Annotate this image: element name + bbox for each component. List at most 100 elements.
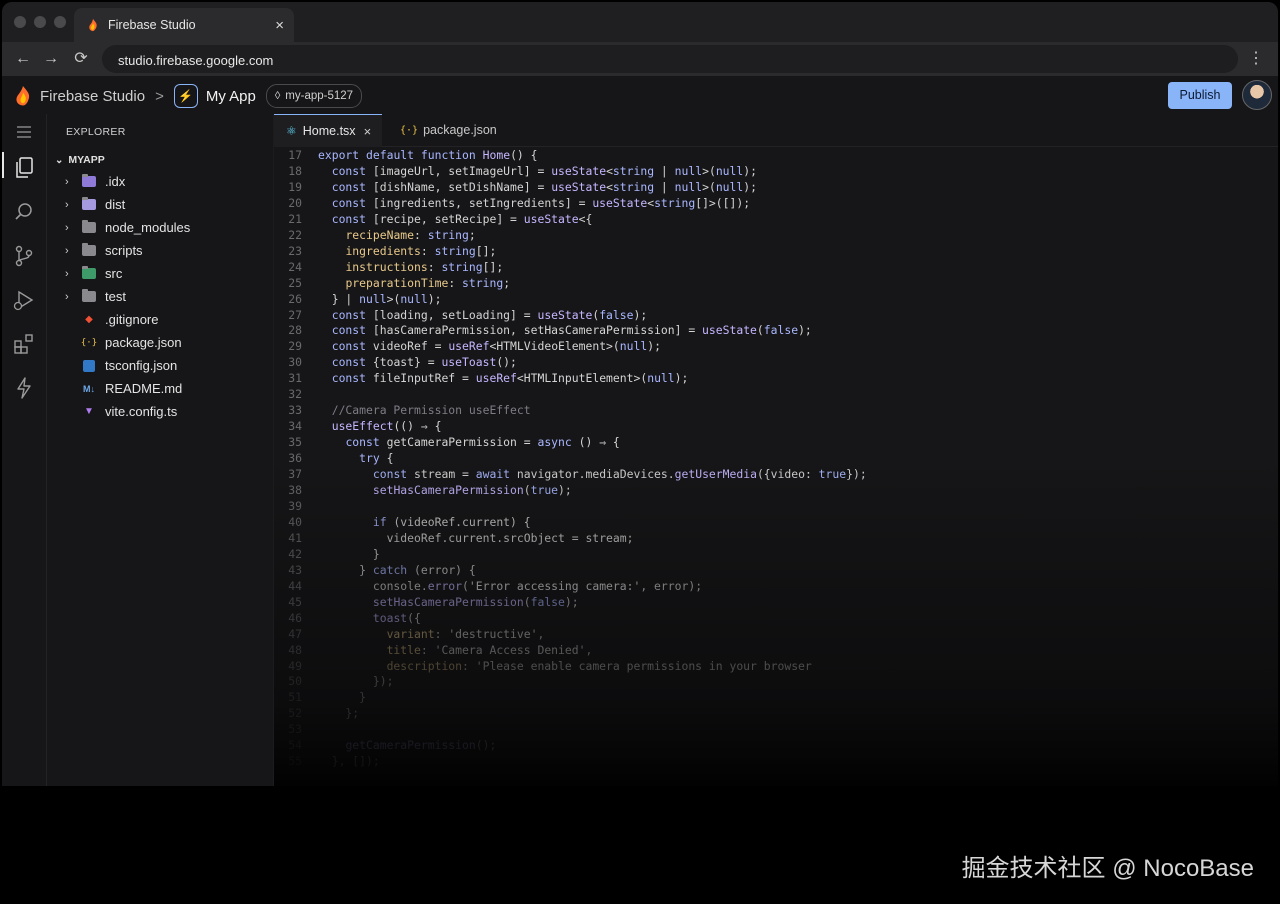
code-line: 26 } | null>(null); bbox=[274, 292, 1278, 308]
line-code: const videoRef = useRef<HTMLVideoElement… bbox=[331, 339, 661, 354]
minimize-window-button[interactable] bbox=[34, 16, 46, 28]
forward-icon[interactable]: → bbox=[40, 48, 62, 70]
code-line: 29 const videoRef = useRef<HTMLVideoElem… bbox=[274, 339, 1278, 355]
workspace-badge[interactable]: ◊ my-app-5127 bbox=[265, 84, 363, 108]
line-number: 29 bbox=[288, 339, 302, 354]
chevron-right-icon: > bbox=[155, 87, 164, 105]
address-bar[interactable] bbox=[102, 45, 1238, 75]
explorer-root-folder[interactable]: ⌄ MYAPP bbox=[55, 154, 105, 166]
code-line: 17 export default function Home() { bbox=[274, 148, 1278, 164]
url-input[interactable] bbox=[116, 45, 1020, 75]
workspace-id: my-app-5127 bbox=[285, 90, 354, 102]
browser-tab-strip: Firebase Studio × bbox=[2, 2, 1278, 42]
code-line: 24 instructions: string[]; bbox=[274, 260, 1278, 276]
close-window-button[interactable] bbox=[14, 16, 26, 28]
code-line: 18 const [imageUrl, setImageUrl] = useSt… bbox=[274, 164, 1278, 180]
markdown-icon: M↓ bbox=[83, 383, 95, 394]
vite-icon: ▼ bbox=[84, 406, 94, 417]
tree-item-dist[interactable]: › dist bbox=[47, 193, 273, 216]
tree-item-src[interactable]: › src bbox=[47, 262, 273, 285]
chevron-right-icon: › bbox=[65, 244, 69, 257]
search-icon[interactable] bbox=[12, 200, 36, 224]
brand-name[interactable]: Firebase Studio bbox=[40, 88, 145, 105]
tree-item-tsconfig-json[interactable]: tsconfig.json bbox=[47, 354, 273, 377]
app-header: Firebase Studio > ⚡ My App ◊ my-app-5127… bbox=[2, 76, 1278, 114]
line-number: 32 bbox=[288, 387, 302, 402]
reload-icon[interactable]: ⟳ bbox=[70, 48, 92, 70]
maximize-window-button[interactable] bbox=[54, 16, 66, 28]
tree-item-node-modules[interactable]: › node_modules bbox=[47, 216, 273, 239]
line-number: 26 bbox=[288, 291, 302, 306]
line-number: 30 bbox=[288, 355, 302, 370]
watermark-text: 掘金技术社区 @ NocoBase bbox=[961, 855, 1254, 882]
line-code: preparationTime: string; bbox=[345, 275, 511, 290]
tab-home-tsx[interactable]: ⚛ Home.tsx × bbox=[274, 114, 382, 147]
chevron-right-icon: › bbox=[65, 221, 69, 234]
line-number: 25 bbox=[288, 275, 302, 290]
code-line: 35 const getCameraPermission = async () … bbox=[274, 435, 1278, 451]
line-number: 19 bbox=[288, 179, 302, 194]
tree-item-readme[interactable]: M↓ README.md bbox=[47, 377, 273, 400]
line-number: 22 bbox=[288, 227, 302, 242]
close-tab-icon[interactable]: × bbox=[364, 124, 372, 139]
project-name[interactable]: My App bbox=[206, 88, 256, 105]
line-code: const fileInputRef = useRef<HTMLInputEle… bbox=[331, 371, 689, 386]
tree-item-package-json[interactable]: {·} package.json bbox=[47, 331, 273, 354]
line-code: const [hasCameraPermission, setHasCamera… bbox=[331, 323, 812, 338]
chevron-down-icon: ⌄ bbox=[55, 154, 64, 166]
breadcrumb: Firebase Studio > ⚡ My App ◊ my-app-5127 bbox=[14, 84, 363, 108]
line-code: const [imageUrl, setImageUrl] = useState… bbox=[331, 163, 757, 178]
hamburger-menu-icon[interactable] bbox=[12, 120, 36, 144]
line-number: 28 bbox=[288, 323, 302, 338]
run-debug-icon[interactable] bbox=[12, 288, 36, 312]
tab-package-json[interactable]: {·} package.json bbox=[400, 114, 510, 146]
files-icon[interactable] bbox=[12, 156, 36, 180]
folder-icon bbox=[81, 220, 97, 235]
tree-item-gitignore[interactable]: ◆ .gitignore bbox=[47, 308, 273, 331]
line-code: const {toast} = useToast(); bbox=[331, 355, 517, 370]
back-icon[interactable]: ← bbox=[12, 48, 34, 70]
code-line: 28 const [hasCameraPermission, setHasCam… bbox=[274, 323, 1278, 339]
line-number: 34 bbox=[288, 419, 302, 434]
line-code: const [ingredients, setIngredients] = us… bbox=[331, 195, 751, 210]
source-control-icon[interactable] bbox=[12, 244, 36, 268]
line-code: const [loading, setLoading] = useState(f… bbox=[331, 307, 648, 322]
line-code: instructions: string[]; bbox=[345, 259, 504, 274]
tree-item-idx[interactable]: › .idx bbox=[47, 170, 273, 193]
code-line: 31 const fileInputRef = useRef<HTMLInput… bbox=[274, 371, 1278, 387]
line-code: const [dishName, setDishName] = useState… bbox=[331, 179, 757, 194]
typescript-icon bbox=[81, 359, 97, 373]
line-code: useEffect(() ⇒ { bbox=[331, 419, 442, 434]
activity-bar bbox=[2, 114, 47, 902]
firebase-studio-icon[interactable] bbox=[12, 376, 36, 400]
folder-icon bbox=[81, 243, 97, 258]
publish-button[interactable]: Publish bbox=[1168, 82, 1232, 109]
chevron-right-icon: › bbox=[65, 267, 69, 280]
line-code: const getCameraPermission = async () ⇒ { bbox=[345, 435, 620, 450]
line-number: 20 bbox=[288, 195, 302, 210]
code-line: 25 preparationTime: string; bbox=[274, 276, 1278, 292]
explorer-title: EXPLORER bbox=[66, 126, 126, 138]
browser-tab[interactable]: Firebase Studio × bbox=[74, 8, 294, 42]
firebase-logo-icon bbox=[16, 86, 30, 106]
tree-item-vite-config[interactable]: ▼ vite.config.ts bbox=[47, 400, 273, 423]
browser-menu-icon[interactable]: ⋮ bbox=[1248, 48, 1264, 70]
git-icon: ◆ bbox=[85, 314, 93, 325]
extensions-icon[interactable] bbox=[12, 332, 36, 356]
avatar[interactable] bbox=[1242, 80, 1272, 110]
line-number: 24 bbox=[288, 259, 302, 274]
code-line: 32 bbox=[274, 387, 1278, 403]
folder-icon bbox=[81, 197, 97, 212]
file-tree: › .idx › dist › node_modules › scripts › bbox=[47, 170, 273, 423]
tree-item-scripts[interactable]: › scripts bbox=[47, 239, 273, 262]
explorer-panel: EXPLORER ⌄ MYAPP › .idx › dist › node_mo… bbox=[47, 114, 273, 902]
chevron-right-icon: › bbox=[65, 290, 69, 303]
bottom-fade bbox=[0, 786, 1280, 904]
close-tab-icon[interactable]: × bbox=[275, 17, 284, 34]
firebase-favicon-icon bbox=[89, 18, 97, 32]
line-number: 17 bbox=[288, 148, 302, 162]
tree-item-test[interactable]: › test bbox=[47, 285, 273, 308]
json-icon: {·} bbox=[80, 337, 98, 348]
line-number: 35 bbox=[288, 435, 302, 450]
line-code: } | null>(null); bbox=[318, 291, 442, 306]
